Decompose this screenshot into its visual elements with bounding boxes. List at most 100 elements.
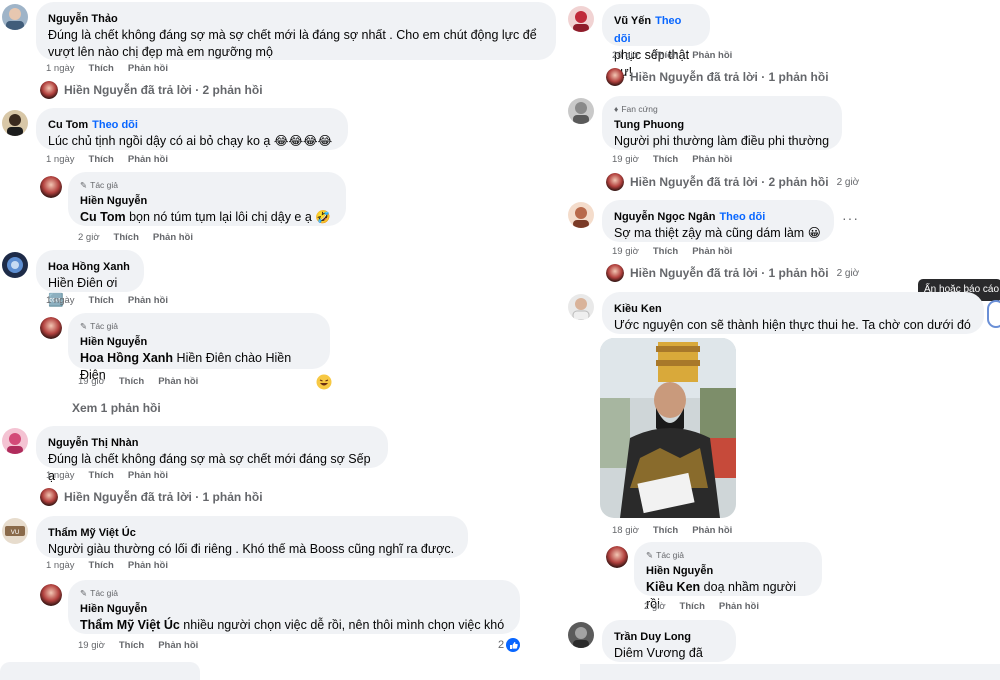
comment-time[interactable]: 1 ngày: [46, 295, 75, 306]
commenter-name[interactable]: Nguyễn Thị Nhàn: [48, 437, 138, 449]
comment-photo[interactable]: [600, 338, 736, 518]
mention[interactable]: Cu Tom: [80, 210, 126, 224]
like-button[interactable]: Thích: [653, 50, 678, 61]
avatar[interactable]: [40, 176, 62, 198]
like-button[interactable]: Thích: [119, 640, 144, 651]
more-options-icon[interactable]: ···: [842, 210, 859, 226]
like-button[interactable]: Thích: [680, 601, 705, 612]
like-button[interactable]: Thích: [653, 525, 678, 536]
commenter-name[interactable]: Hiền Nguyễn: [80, 195, 147, 207]
comment-time[interactable]: 18 giờ: [612, 525, 639, 536]
pen-icon: ✎: [80, 180, 88, 190]
reply-button[interactable]: Phản hồi: [692, 246, 732, 257]
diamond-icon: ♦: [614, 104, 619, 114]
avatar[interactable]: [2, 4, 28, 30]
like-button[interactable]: Thích: [119, 376, 144, 387]
comment-text: Sợ ma thiệt zậy mà cũng dám làm 😀: [614, 226, 821, 240]
reply-bubble: ✎ Tác giả Hiền Nguyễn Hoa Hồng Xanh Hiền …: [68, 313, 330, 382]
pen-icon: ✎: [646, 550, 654, 560]
avatar[interactable]: [2, 428, 28, 454]
view-replies[interactable]: Hiền Nguyễn đã trả lời · 1 phản hồi 2 gi…: [606, 264, 859, 282]
comment-time[interactable]: 1 ngày: [46, 154, 75, 165]
comment-meta: 19 giờ Thích Phản hồi: [612, 154, 732, 165]
avatar: [40, 488, 58, 506]
author-badge: ✎ Tác giả: [80, 588, 118, 598]
comment-meta: 2 giờ Thích Phản hồi: [78, 232, 193, 243]
follow-link[interactable]: Theo dõi: [92, 119, 138, 131]
comment-time[interactable]: 19 giờ: [78, 640, 105, 651]
avatar[interactable]: [568, 98, 594, 124]
commenter-name[interactable]: Cu Tom: [48, 119, 88, 131]
comment-time[interactable]: 2 giờ: [644, 601, 666, 612]
comment-text: Đúng là chết không đáng sợ mà sợ chết mớ…: [48, 28, 537, 42]
like-button[interactable]: Thích: [114, 232, 139, 243]
reaction-count[interactable]: 2: [498, 638, 521, 652]
avatar[interactable]: [2, 252, 28, 278]
comment-time[interactable]: 1 ngày: [46, 560, 75, 571]
reply-button[interactable]: Phản hồi: [128, 560, 168, 571]
comment-time[interactable]: 1 ngày: [46, 470, 75, 481]
reply-button[interactable]: Phản hồi: [128, 470, 168, 481]
mention[interactable]: Thẩm Mỹ Việt Úc: [80, 618, 180, 632]
avatar[interactable]: [568, 6, 594, 32]
view-replies[interactable]: Hiền Nguyễn đã trả lời · 1 phản hồi: [606, 68, 829, 86]
scroll-handle[interactable]: [987, 300, 1000, 328]
avatar[interactable]: [568, 622, 594, 648]
reply-button[interactable]: Phản hồi: [719, 601, 759, 612]
commenter-name[interactable]: Hiền Nguyễn: [80, 603, 147, 615]
reply-button[interactable]: Phản hồi: [692, 50, 732, 61]
comment-time[interactable]: 2 giờ: [78, 232, 100, 243]
like-button[interactable]: Thích: [89, 154, 114, 165]
commenter-name[interactable]: Hiền Nguyễn: [80, 336, 147, 348]
mention[interactable]: Hoa Hồng Xanh: [80, 351, 173, 365]
commenter-name[interactable]: Tung Phuong: [614, 119, 684, 131]
like-button[interactable]: Thích: [89, 560, 114, 571]
comment-time[interactable]: 19 giờ: [78, 376, 105, 387]
comment-time[interactable]: 1 ngày: [46, 63, 75, 74]
reply-button[interactable]: Phản hồi: [158, 376, 198, 387]
view-replies[interactable]: Hiền Nguyễn đã trả lời · 2 phản hồi 2 gi…: [606, 173, 859, 191]
follow-link[interactable]: Theo dõi: [719, 211, 765, 223]
commenter-name[interactable]: Trần Duy Long: [614, 631, 691, 643]
commenter-name[interactable]: Nguyễn Thảo: [48, 13, 118, 25]
comment-bubble: Kiều Ken Ước nguyện con sẽ thành hiện th…: [602, 292, 984, 349]
comment-time[interactable]: 19 giờ: [612, 154, 639, 165]
commenter-name[interactable]: Thẩm Mỹ Việt Úc: [48, 527, 136, 539]
reply-button[interactable]: Phản hồi: [692, 154, 732, 165]
like-button[interactable]: Thích: [89, 295, 114, 306]
reply-button[interactable]: Phản hồi: [128, 154, 168, 165]
reply-text: Cu Tom bọn nó túm tụm lại lôi chị dậy e …: [80, 210, 331, 224]
commenter-name[interactable]: Hiền Nguyễn: [646, 565, 713, 577]
avatar[interactable]: [40, 584, 62, 606]
reply-button[interactable]: Phản hồi: [153, 232, 193, 243]
view-replies[interactable]: Hiền Nguyễn đã trả lời · 2 phản hồi: [40, 81, 263, 99]
avatar: [606, 173, 624, 191]
avatar[interactable]: [568, 294, 594, 320]
view-replies[interactable]: Hiền Nguyễn đã trả lời · 1 phản hồi: [40, 488, 263, 506]
author-badge: ✎ Tác giả: [80, 321, 118, 331]
reply-button[interactable]: Phản hồi: [128, 295, 168, 306]
reply-button[interactable]: Phản hồi: [128, 63, 168, 74]
comment-time[interactable]: 19 giờ: [612, 246, 639, 257]
avatar[interactable]: VU: [2, 518, 28, 544]
comment-meta: 19 giờ Thích Phản hồi: [78, 376, 198, 387]
like-button[interactable]: Thích: [89, 63, 114, 74]
like-button[interactable]: Thích: [653, 154, 678, 165]
commenter-name[interactable]: Vũ Yến: [614, 15, 651, 27]
commenter-name[interactable]: Kiều Ken: [614, 303, 662, 315]
commenter-name[interactable]: Nguyễn Ngọc Ngân: [614, 211, 715, 223]
avatar[interactable]: [568, 202, 594, 228]
like-button[interactable]: Thích: [89, 470, 114, 481]
like-button[interactable]: Thích: [653, 246, 678, 257]
avatar[interactable]: [2, 110, 28, 136]
reply-button[interactable]: Phản hồi: [158, 640, 198, 651]
see-more-replies[interactable]: Xem 1 phản hồi: [72, 401, 161, 415]
avatar[interactable]: [606, 546, 628, 568]
avatar[interactable]: [40, 317, 62, 339]
comment-bubble: ♦ Fan cứng Tung Phuong Người phi thường l…: [602, 96, 842, 150]
mention[interactable]: Kiều Ken: [646, 580, 700, 594]
commenter-name[interactable]: Hoa Hồng Xanh: [48, 261, 130, 273]
comment-time[interactable]: 20 giờ: [612, 50, 639, 61]
reply-button[interactable]: Phản hồi: [692, 525, 732, 536]
comment-meta: 1 ngày Thích Phản hồi: [46, 295, 168, 306]
